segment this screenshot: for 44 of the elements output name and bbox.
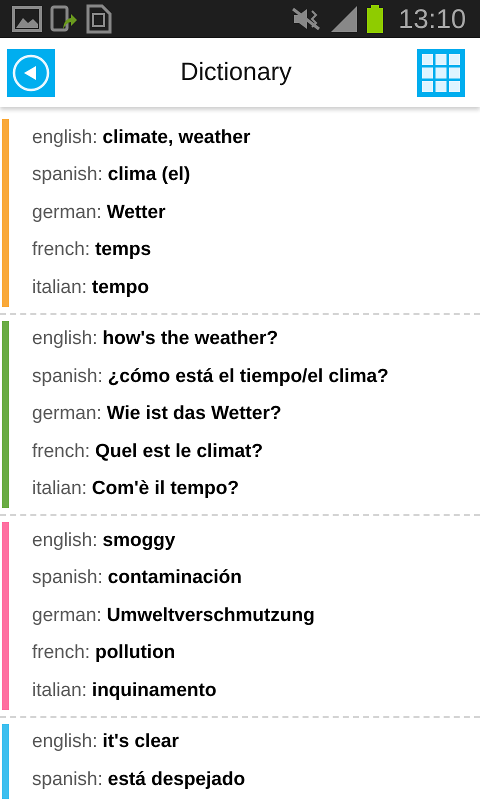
language-label: english: bbox=[32, 328, 98, 350]
language-label: french: bbox=[32, 239, 90, 262]
language-label: spanish: bbox=[32, 567, 103, 590]
translation: ¿cómo está el tiempo/el clima? bbox=[108, 366, 389, 388]
sim-card-icon bbox=[86, 4, 112, 34]
translation: clima (el) bbox=[108, 164, 190, 186]
translation: pollution bbox=[95, 642, 176, 664]
translation: contaminación bbox=[108, 567, 242, 590]
language-label: spanish: bbox=[32, 164, 103, 186]
translation: smoggy bbox=[102, 530, 176, 552]
translation: climate, weather bbox=[102, 126, 250, 149]
translation: Com'è il tempo? bbox=[92, 478, 239, 500]
picture-icon bbox=[12, 6, 42, 32]
screen-title: Dictionary bbox=[180, 58, 292, 87]
battery-icon bbox=[366, 5, 384, 33]
signal-icon bbox=[330, 5, 358, 33]
language-label: english: bbox=[32, 731, 98, 754]
language-label: spanish: bbox=[32, 366, 103, 388]
language-label: german: bbox=[32, 403, 102, 426]
language-label: spanish: bbox=[32, 768, 103, 791]
language-label: french: bbox=[32, 440, 90, 463]
translation: está despejado bbox=[108, 768, 246, 791]
language-label: german: bbox=[32, 604, 102, 627]
translation: inquinamento bbox=[92, 680, 216, 702]
language-label: german: bbox=[32, 202, 102, 224]
translation: Umweltverschmutzung bbox=[106, 604, 315, 627]
language-label: english: bbox=[32, 530, 98, 552]
language-label: italian: bbox=[32, 276, 87, 299]
translation: it's clear bbox=[102, 731, 179, 754]
language-label: italian: bbox=[32, 680, 87, 702]
translation: tempo bbox=[92, 276, 149, 299]
grid-menu-button[interactable] bbox=[417, 48, 465, 96]
translation: temps bbox=[95, 239, 152, 262]
translation: how's the weather? bbox=[102, 328, 278, 350]
mute-icon bbox=[290, 6, 322, 32]
language-label: english: bbox=[32, 126, 98, 149]
language-label: italian: bbox=[32, 478, 87, 500]
translation: Wie ist das Wetter? bbox=[106, 403, 282, 426]
translation: Wetter bbox=[106, 202, 166, 224]
back-button[interactable] bbox=[7, 48, 55, 96]
phone-upload-icon bbox=[50, 5, 78, 33]
translation: Quel est le climat? bbox=[95, 440, 263, 463]
language-label: french: bbox=[32, 642, 90, 664]
status-time: 13:10 bbox=[398, 4, 466, 34]
